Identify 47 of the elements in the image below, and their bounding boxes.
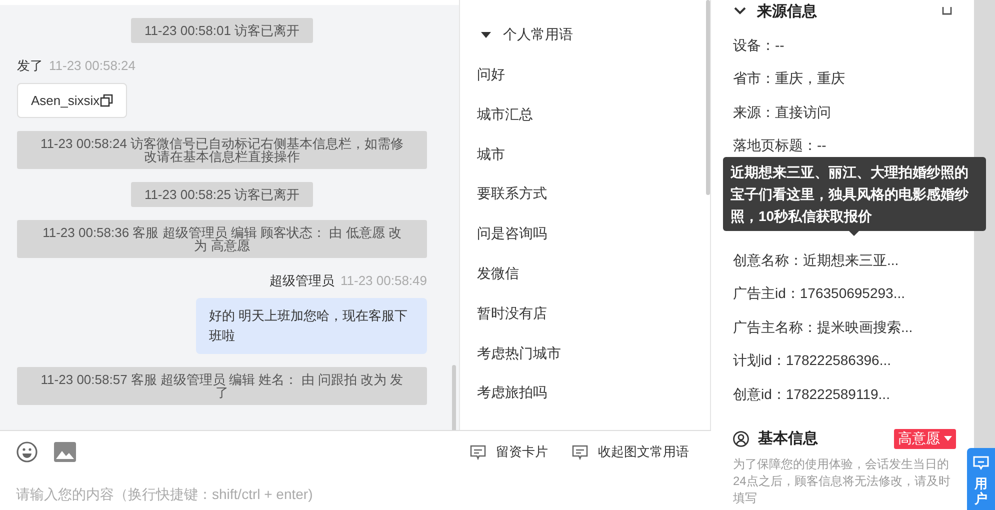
group-label: 个人常用语 bbox=[503, 26, 573, 44]
image-icon[interactable] bbox=[54, 442, 76, 462]
system-message: 11-23 00:58:57 客服 超级管理员 编辑 姓名： 由 问跟拍 改为 发了 bbox=[17, 367, 427, 405]
sender-name: 发了 bbox=[17, 58, 43, 73]
system-message: 11-23 00:58:36 客服 超级管理员 编辑 顾客状态： 由 低意愿 改为 高意愿 bbox=[17, 220, 427, 258]
message-text: Asen_sixsix bbox=[31, 93, 100, 108]
phrase-item[interactable]: 发微信 bbox=[477, 262, 519, 283]
notice-text: 为了保障您的使用体验，会话发生当日的24点之后，顾客信息将无法修改，请及时填写 bbox=[733, 456, 952, 506]
info-field: 设备：-- bbox=[733, 34, 784, 54]
section-title: 基本信息 bbox=[758, 429, 818, 448]
phrase-item[interactable]: 问是咨询吗 bbox=[477, 223, 547, 244]
system-message: 11-23 00:58:01 访客已离开 bbox=[131, 18, 313, 43]
text-button[interactable]: 收起图文常用语 bbox=[572, 443, 689, 461]
emoji-icon[interactable] bbox=[16, 441, 38, 463]
sender-name: 超级管理员 bbox=[270, 273, 334, 288]
copy-icon[interactable] bbox=[100, 94, 113, 107]
user-icon bbox=[733, 430, 749, 446]
info-field: 省市：重庆，重庆 bbox=[733, 68, 845, 88]
message-time: 11-23 00:58:49 bbox=[340, 273, 427, 288]
info-field: 计划id：178222586396... bbox=[733, 350, 891, 370]
text-button[interactable]: 留资卡片 bbox=[470, 443, 548, 461]
phrase-item[interactable]: 问好 bbox=[477, 64, 505, 84]
info-field: 创意id：178222589119... bbox=[733, 384, 890, 404]
phrase-group-header[interactable]: 个人常用语 bbox=[477, 25, 710, 45]
message-time: 11-23 00:58:24 bbox=[49, 58, 136, 73]
comment-icon bbox=[572, 444, 588, 460]
message-bubble: 好的 明天上班加您哈，现在客服下班啦 bbox=[196, 298, 427, 354]
info-field: 广告主id：176350695293... bbox=[733, 283, 905, 303]
intent-dropdown[interactable]: 高意愿 bbox=[894, 428, 956, 448]
phrase-item[interactable]: 城市汇总 bbox=[477, 104, 533, 124]
chat-icon bbox=[973, 456, 989, 470]
comment-icon bbox=[470, 444, 486, 460]
phrase-item[interactable]: 考虑热门城市 bbox=[477, 342, 561, 363]
info-field: 来源：直接访问 bbox=[733, 102, 831, 122]
tooltip-pointer bbox=[849, 231, 859, 236]
phrase-item[interactable]: 城市 bbox=[477, 144, 505, 164]
info-field: 广告主名称：提米映画搜索... bbox=[733, 316, 913, 336]
system-message: 11-23 00:58:24 访客微信号已自动标记右侧基本信息栏，如需修改请在基本信息栏直接操作 bbox=[17, 131, 427, 169]
section-title: 来源信息 bbox=[757, 2, 817, 20]
system-message: 11-23 00:58:25 访客已离开 bbox=[131, 182, 313, 207]
info-field: 创意名称：近期想来三亚... bbox=[733, 250, 899, 270]
phrase-item[interactable]: 要联系方式 bbox=[477, 183, 547, 204]
chevron-icon bbox=[733, 6, 747, 16]
info-field: 落地页标题：-- bbox=[733, 135, 826, 155]
tooltip: 近期想来三亚、丽江、大理拍婚纱照的宝子们看这里，独具风格的电影感婚纱照，10秒私信获取报价 bbox=[722, 157, 986, 231]
phrase-item[interactable]: 暂时没有店 bbox=[477, 302, 547, 323]
phrase-item[interactable]: 考虑旅拍吗 bbox=[477, 382, 547, 402]
